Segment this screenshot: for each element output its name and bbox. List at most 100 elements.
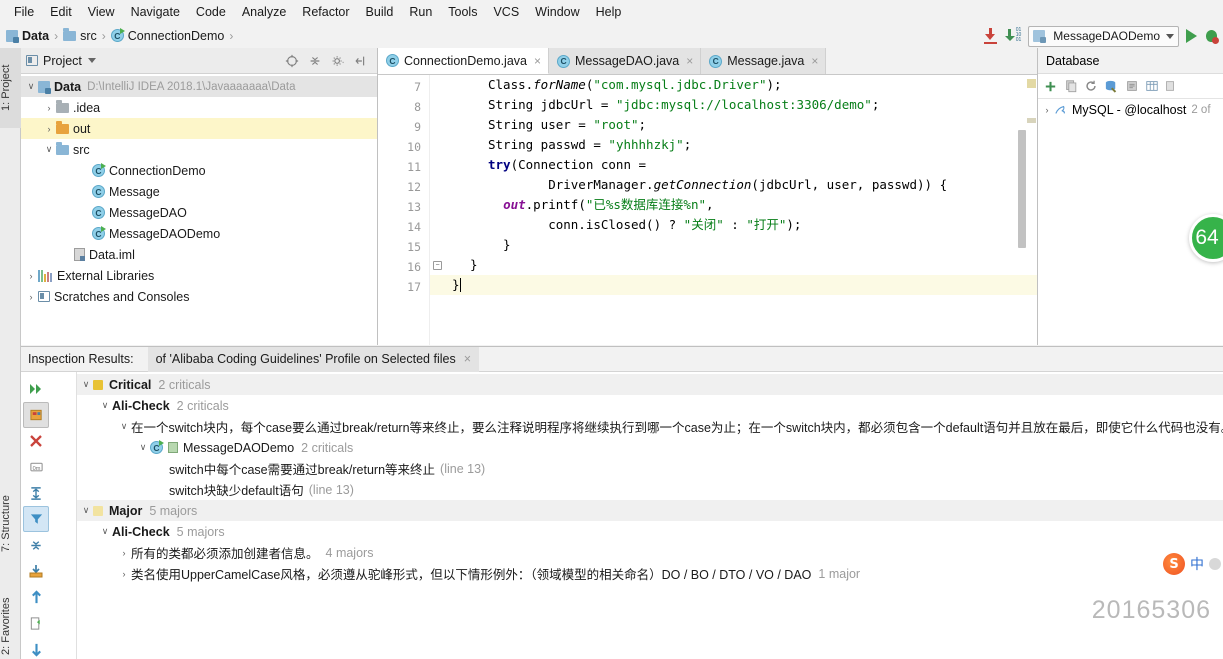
collapse-all-icon[interactable] — [23, 532, 49, 558]
sort-numeric-icon[interactable]: 01 10 01 — [1005, 28, 1021, 44]
copy-icon[interactable] — [1064, 79, 1078, 93]
editor-gutter[interactable]: 7 8 9 10 11 12 13 14 15 16 17 — [378, 75, 430, 345]
download-icon[interactable] — [983, 28, 998, 44]
chevron-down-icon[interactable]: ∨ — [117, 421, 131, 432]
export-html-icon[interactable] — [23, 610, 49, 636]
menu-item-vcs[interactable]: VCS — [485, 3, 527, 21]
inspection-profile-chip[interactable]: of 'Alibaba Coding Guidelines' Profile o… — [148, 347, 479, 372]
menu-item-help[interactable]: Help — [588, 3, 630, 21]
chevron-right-icon[interactable]: › — [25, 271, 37, 281]
inspection-tree-row[interactable]: › 所有的类都必须添加创建者信息。 4 majors — [77, 542, 1223, 563]
editor-tab[interactable]: C ConnectionDemo.java × — [378, 48, 549, 74]
run-configuration-selector[interactable]: MessageDAODemo — [1028, 26, 1179, 47]
inspection-tree[interactable]: ∨ Critical 2 criticals ∨ Ali-Check 2 critical… — [77, 372, 1223, 659]
code-line[interactable]: Class.forName("com.mysql.jdbc.Driver"); — [430, 75, 1037, 95]
code-line[interactable]: try(Connection conn = — [430, 155, 1037, 175]
menu-item-build[interactable]: Build — [358, 3, 402, 21]
exclude-icon[interactable]: 0m — [23, 454, 49, 480]
table-icon[interactable] — [1145, 79, 1159, 93]
gear-icon[interactable] — [331, 54, 345, 68]
filter-icon[interactable] — [23, 506, 49, 532]
chevron-down-icon[interactable]: ∨ — [79, 505, 93, 516]
menu-item-analyze[interactable]: Analyze — [234, 3, 294, 21]
locate-icon[interactable] — [285, 54, 299, 68]
chevron-down-icon[interactable]: ∨ — [25, 81, 37, 92]
inspection-tree-row[interactable]: switch中每个case需要通过break/return等来终止 (line 1… — [77, 458, 1223, 479]
chevron-right-icon[interactable]: › — [117, 569, 131, 579]
project-tree-row[interactable]: ∨ Data D:\IntelliJ IDEA 2018.1\Javaaaaaaa\… — [21, 76, 377, 97]
debug-icon[interactable] — [1204, 29, 1219, 44]
refresh-icon[interactable] — [1084, 79, 1098, 93]
import-icon[interactable] — [23, 558, 49, 584]
close-icon[interactable]: × — [534, 54, 541, 68]
sogou-ime-icon[interactable]: S — [1163, 553, 1185, 575]
chevron-down-icon[interactable] — [1166, 34, 1174, 39]
export-icon[interactable] — [23, 402, 49, 428]
project-tree[interactable]: ∨ Data D:\IntelliJ IDEA 2018.1\Javaaaaaaa\… — [21, 74, 377, 309]
menu-item-edit[interactable]: Edit — [42, 3, 80, 21]
project-tree-row[interactable]: C MessageDAODemo — [21, 223, 377, 244]
menu-item-window[interactable]: Window — [527, 3, 587, 21]
close-icon[interactable] — [23, 428, 49, 454]
menu-item-file[interactable]: File — [6, 3, 42, 21]
code-line[interactable]: out.printf("已%s数据库连接%n", — [430, 195, 1037, 215]
close-icon[interactable]: × — [811, 54, 818, 68]
add-icon[interactable] — [1043, 79, 1058, 94]
project-tree-row[interactable]: › out — [21, 118, 377, 139]
chevron-down-icon[interactable] — [88, 58, 96, 63]
code-line[interactable]: DriverManager.getConnection(jdbcUrl, use… — [430, 175, 1037, 195]
error-stripe-warning[interactable] — [1027, 79, 1036, 88]
editor-tab[interactable]: C Message.java × — [701, 48, 826, 74]
code-lines[interactable]: Class.forName("com.mysql.jdbc.Driver"); S… — [430, 75, 1037, 295]
error-stripe-marker[interactable] — [1027, 118, 1036, 123]
menu-item-refactor[interactable]: Refactor — [294, 3, 357, 21]
menu-item-tools[interactable]: Tools — [440, 3, 485, 21]
chevron-right-icon[interactable]: › — [43, 124, 55, 134]
inspection-tree-row[interactable]: › 类名使用UpperCamelCase风格，必须遵从驼峰形式，但以下情形例外：（… — [77, 563, 1223, 584]
run-icon[interactable] — [1186, 29, 1197, 43]
breadcrumb-item-data[interactable]: Data — [6, 29, 49, 43]
code-line[interactable]: String passwd = "yhhhhzkj"; — [430, 135, 1037, 155]
code-line[interactable]: } — [430, 275, 1037, 295]
expand-all-icon[interactable] — [23, 480, 49, 506]
collapse-all-icon[interactable] — [308, 54, 322, 68]
inspection-tree-row[interactable]: ∨ Critical 2 criticals — [77, 374, 1223, 395]
ime-extra-icon[interactable] — [1209, 558, 1221, 570]
project-tree-row[interactable]: ∨ src — [21, 139, 377, 160]
sidebar-item-favorites[interactable]: 2: Favorites — [0, 578, 21, 659]
project-tree-row[interactable]: › Scratches and Consoles — [21, 286, 377, 307]
sidebar-item-project[interactable]: 1: Project — [0, 48, 21, 128]
close-icon[interactable]: × — [464, 352, 471, 366]
chevron-right-icon[interactable]: › — [1041, 105, 1053, 115]
project-tree-row[interactable]: C MessageDAO — [21, 202, 377, 223]
code-line[interactable]: String user = "root"; — [430, 115, 1037, 135]
project-tree-row[interactable]: C Message — [21, 181, 377, 202]
inspection-tree-row[interactable]: ∨ 在一个switch块内，每个case要么通过break/return等来终止，… — [77, 416, 1223, 437]
menu-item-view[interactable]: View — [80, 3, 123, 21]
inspection-tree-row[interactable]: ∨ Major 5 majors — [77, 500, 1223, 521]
close-icon[interactable]: × — [686, 54, 693, 68]
inspection-tree-row[interactable]: ∨ Ali-Check 2 criticals — [77, 395, 1223, 416]
more-icon[interactable] — [1165, 79, 1175, 93]
breadcrumb-item-src[interactable]: src — [63, 29, 97, 43]
inspection-tree-row[interactable]: switch块缺少default语句 (line 13) — [77, 479, 1223, 500]
chevron-right-icon[interactable]: › — [25, 292, 37, 302]
editor-tab[interactable]: C MessageDAO.java × — [549, 48, 701, 74]
hide-panel-icon[interactable] — [354, 54, 368, 68]
project-tree-row[interactable]: › External Libraries — [21, 265, 377, 286]
chevron-down-icon[interactable]: ∨ — [98, 400, 112, 411]
menu-item-run[interactable]: Run — [401, 3, 440, 21]
project-tree-row[interactable]: › .idea — [21, 97, 377, 118]
code-line[interactable]: } — [430, 235, 1037, 255]
chevron-down-icon[interactable]: ∨ — [79, 379, 93, 390]
database-tree[interactable]: › MySQL - @localhost 2 of — [1038, 99, 1223, 120]
chevron-down-icon[interactable]: ∨ — [98, 526, 112, 537]
menu-item-navigate[interactable]: Navigate — [123, 3, 188, 21]
code-fold-marker[interactable]: − — [433, 261, 442, 270]
code-editor[interactable]: 7 8 9 10 11 12 13 14 15 16 17 Class.forName("com.m… — [378, 75, 1037, 345]
database-tree-row[interactable]: › MySQL - @localhost 2 of — [1038, 99, 1223, 120]
editor-scrollbar[interactable] — [1018, 130, 1026, 248]
previous-icon[interactable] — [23, 584, 49, 610]
datasource-properties-icon[interactable] — [1104, 79, 1119, 94]
console-icon[interactable] — [1125, 79, 1139, 93]
